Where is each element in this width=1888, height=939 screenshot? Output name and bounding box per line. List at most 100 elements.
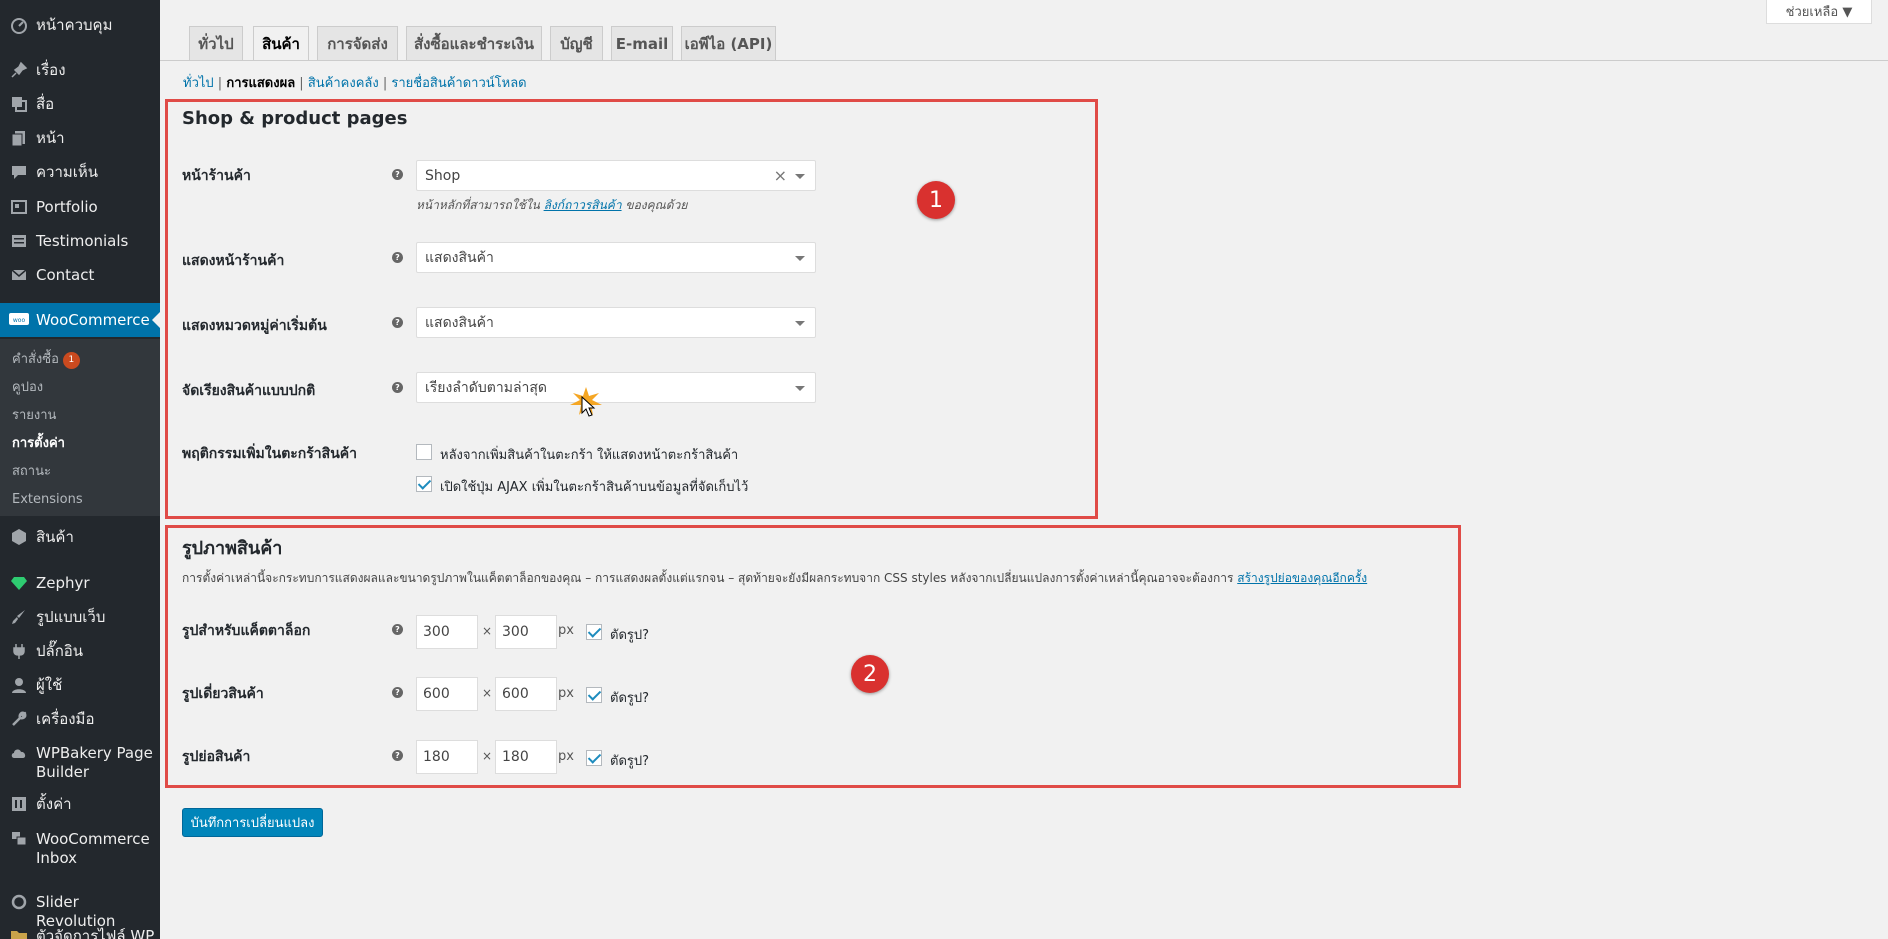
- help-tip-icon[interactable]: ?: [392, 750, 403, 761]
- sublink-downloadable[interactable]: รายชื่อสินค้าดาวน์โหลด: [391, 76, 526, 91]
- refresh-icon: [9, 892, 29, 912]
- click-burst-icon: [570, 387, 602, 417]
- highlight-box-2: [165, 525, 1461, 788]
- user-icon: [9, 675, 29, 695]
- shop-display-label: แสดงหน้าร้านค้า: [182, 253, 285, 269]
- menu-products[interactable]: สินค้า: [0, 527, 160, 547]
- single-height-input[interactable]: 600: [495, 677, 557, 711]
- menu-plugins[interactable]: ปลั๊กอิน: [0, 641, 160, 661]
- diamond-icon: [9, 573, 29, 593]
- category-display-select[interactable]: แสดงสินค้า: [416, 307, 816, 338]
- thumbnail-image-label: รูปย่อสินค้า: [182, 749, 251, 765]
- media-icon: [9, 94, 29, 114]
- single-crop-label: ตัดรูป?: [610, 691, 650, 706]
- orders-badge: 1: [62, 352, 80, 369]
- menu-media[interactable]: สื่อ: [0, 94, 160, 114]
- tab-email[interactable]: E-mail: [611, 26, 673, 60]
- svg-text:woo: woo: [13, 317, 26, 324]
- box-icon: [9, 527, 29, 547]
- chevron-down-icon: [795, 321, 805, 326]
- menu-zephyr[interactable]: Zephyr: [0, 573, 160, 593]
- mail-icon: [9, 265, 29, 285]
- tab-checkout[interactable]: สั่งซื้อและชำระเงิน: [406, 26, 542, 60]
- annotation-marker-1: 1: [917, 181, 955, 219]
- submenu-coupons[interactable]: คูปอง: [12, 380, 43, 396]
- image-section-title: รูปภาพสินค้า: [182, 538, 283, 559]
- catalog-height-input[interactable]: 300: [495, 615, 557, 649]
- pin-icon: [9, 60, 29, 80]
- help-tip-icon[interactable]: ?: [392, 382, 403, 393]
- testimonial-icon: [9, 231, 29, 251]
- help-button[interactable]: ช่วยเหลือ ▼: [1766, 0, 1872, 24]
- help-tip-icon[interactable]: ?: [392, 687, 403, 698]
- sublink-general[interactable]: ทั่วไป: [183, 76, 214, 91]
- shop-section-title: Shop & product pages: [182, 108, 408, 129]
- menu-pages[interactable]: หน้า: [0, 128, 160, 148]
- submenu-orders[interactable]: คำสั่งซื้อ 1: [12, 352, 80, 369]
- annotation-marker-2: 2: [851, 655, 889, 693]
- redirect-cart-checkbox[interactable]: [416, 444, 432, 460]
- menu-woo-inbox[interactable]: WooCommerce Inbox: [0, 829, 160, 868]
- regenerate-thumbnails-link[interactable]: สร้างรูปย่อของคุณอีกครั้ง: [1237, 571, 1367, 585]
- woo-icon: woo: [9, 310, 29, 330]
- menu-appearance[interactable]: รูปแบบเว็บ: [0, 607, 160, 627]
- menu-wpbakery[interactable]: WPBakery Page Builder: [0, 743, 160, 782]
- help-tip-icon[interactable]: ?: [392, 624, 403, 635]
- menu-contact[interactable]: Contact: [0, 265, 160, 285]
- catalog-width-input[interactable]: 300: [416, 615, 478, 649]
- menu-posts[interactable]: เรื่อง: [0, 60, 160, 80]
- menu-woocommerce[interactable]: woo WooCommerce: [0, 303, 160, 337]
- menu-portfolio[interactable]: Portfolio: [0, 197, 160, 217]
- sublink-display[interactable]: การแสดงผล: [226, 76, 295, 91]
- tab-api[interactable]: เอพีไอ (API): [681, 26, 776, 60]
- admin-sidebar: หน้าควบคุม เรื่อง สื่อ หน้า ความเห็น Por…: [0, 0, 160, 939]
- thumbnail-crop-label: ตัดรูป?: [610, 754, 650, 769]
- shop-page-label: หน้าร้านค้า: [182, 168, 251, 184]
- folder-icon: [9, 926, 29, 939]
- ajax-cart-text: เปิดใช้ปุ่ม AJAX เพิ่มในตะกร้าสินค้าบนข้…: [440, 480, 749, 495]
- tab-products[interactable]: สินค้า: [253, 26, 309, 61]
- single-crop-checkbox[interactable]: [586, 687, 602, 703]
- section-links: ทั่วไป | การแสดงผล | สินค้าคงคลัง | รายช…: [183, 76, 527, 91]
- menu-settings[interactable]: ตั้งค่า: [0, 794, 160, 814]
- submenu-settings[interactable]: การตั้งค่า: [12, 436, 65, 452]
- single-width-input[interactable]: 600: [416, 677, 478, 711]
- tab-general[interactable]: ทั่วไป: [189, 26, 243, 60]
- menu-comments[interactable]: ความเห็น: [0, 162, 160, 182]
- save-changes-button[interactable]: บันทึกการเปลี่ยนแปลง: [182, 808, 323, 837]
- submenu-status[interactable]: สถานะ: [12, 464, 51, 480]
- thumbnail-height-input[interactable]: 180: [495, 740, 557, 774]
- menu-file-manager[interactable]: ตัวจัดการไฟล์ WP: [0, 926, 160, 939]
- thumbnail-width-input[interactable]: 180: [416, 740, 478, 774]
- shop-display-select[interactable]: แสดงสินค้า: [416, 242, 816, 273]
- default-sort-label: จัดเรียงสินค้าแบบปกติ: [182, 383, 316, 399]
- sublink-inventory[interactable]: สินค้าคงคลัง: [308, 76, 379, 91]
- tab-shipping[interactable]: การจัดส่ง: [317, 26, 398, 60]
- help-tip-icon[interactable]: ?: [392, 169, 403, 180]
- submenu-reports[interactable]: รายงาน: [12, 408, 56, 424]
- default-sort-select[interactable]: เรียงลำดับตามล่าสุด: [416, 372, 816, 403]
- chevron-down-icon: [795, 386, 805, 391]
- shop-page-select[interactable]: Shop ×: [416, 160, 816, 191]
- menu-dashboard[interactable]: หน้าควบคุม: [0, 15, 160, 35]
- tab-accounts[interactable]: บัญชี: [550, 26, 603, 60]
- menu-tools[interactable]: เครื่องมือ: [0, 709, 160, 729]
- category-display-label: แสดงหมวดหมู่ค่าเริ่มต้น: [182, 318, 327, 334]
- help-tip-icon[interactable]: ?: [392, 252, 403, 263]
- submenu-extensions[interactable]: Extensions: [12, 492, 83, 508]
- menu-users[interactable]: ผู้ใช้: [0, 675, 160, 695]
- plug-icon: [9, 641, 29, 661]
- dashboard-icon: [9, 15, 29, 35]
- permalink-link[interactable]: ลิงก์ถาวรสินค้า: [544, 198, 622, 212]
- wrench-icon: [9, 709, 29, 729]
- brush-icon: [9, 607, 29, 627]
- thumbnail-crop-checkbox[interactable]: [586, 750, 602, 766]
- ajax-cart-checkbox[interactable]: [416, 476, 432, 492]
- image-section-desc: การตั้งค่าเหล่านี้จะกระทบการแสดงผลและขนา…: [182, 571, 1368, 585]
- catalog-crop-checkbox[interactable]: [586, 624, 602, 640]
- clear-icon[interactable]: ×: [774, 166, 787, 185]
- menu-testimonials[interactable]: Testimonials: [0, 231, 160, 251]
- catalog-image-label: รูปสำหรับแค็ตตาล็อก: [182, 623, 311, 639]
- help-tip-icon[interactable]: ?: [392, 317, 403, 328]
- catalog-crop-label: ตัดรูป?: [610, 628, 650, 643]
